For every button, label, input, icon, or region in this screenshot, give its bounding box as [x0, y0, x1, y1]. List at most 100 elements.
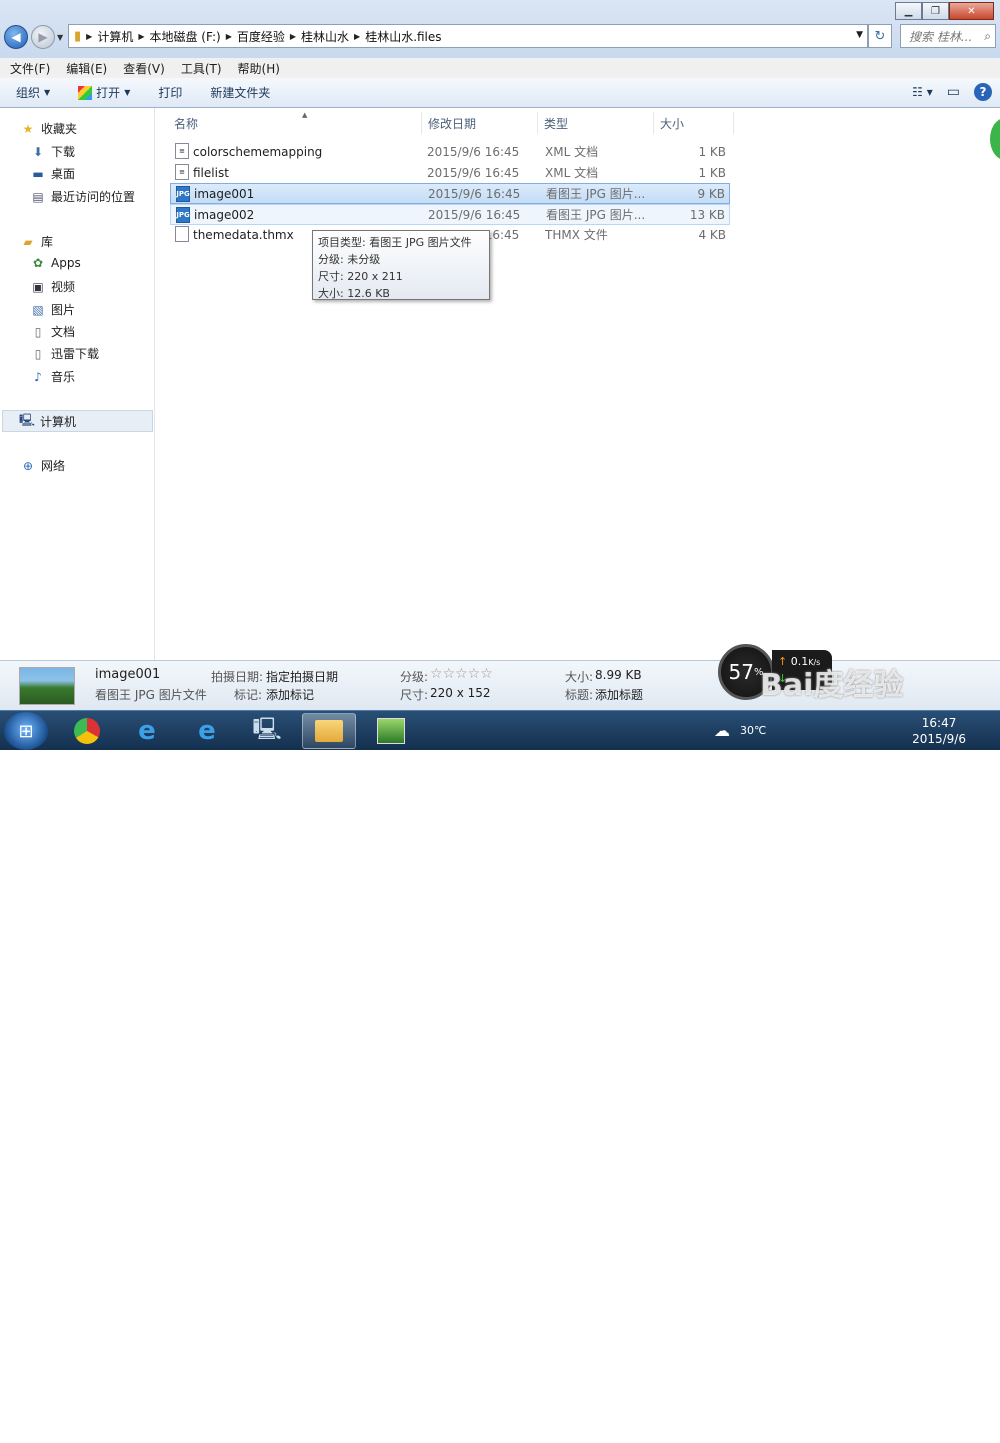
column-header-modified[interactable]: 修改日期	[422, 112, 538, 134]
file-size: 13 KB	[689, 207, 725, 222]
sort-ascending-icon: ▲	[302, 111, 308, 119]
tags-label: 标记:	[234, 688, 263, 702]
sidebar-item-recent[interactable]: ▤ 最近访问的位置	[30, 188, 135, 205]
menu-edit[interactable]: 编辑(E)	[58, 60, 115, 77]
jpg-file-icon: JPG	[176, 207, 190, 223]
windows-logo-icon: ⊞	[18, 720, 34, 742]
baidu-watermark: Bai度经验	[760, 668, 904, 703]
preview-pane-icon[interactable]: ▭	[947, 84, 960, 100]
library-icon: ▰	[23, 234, 33, 249]
sidebar-item-documents[interactable]: ▯ 文档	[30, 323, 75, 340]
column-header-type[interactable]: 类型	[538, 112, 654, 134]
close-button[interactable]: ✕	[949, 2, 994, 20]
column-label: 修改日期	[428, 116, 477, 131]
minimize-button[interactable]: ▁	[895, 2, 922, 20]
sidebar-item-music[interactable]: ♪ 音乐	[30, 368, 75, 385]
address-bar[interactable]: ▮ ▶ 计算机 ▶ 本地磁盘 (F:) ▶ 百度经验 ▶ 桂林山水 ▶ 桂林山水…	[68, 24, 868, 48]
menu-file[interactable]: 文件(F)	[2, 60, 58, 77]
back-button[interactable]: ◀	[4, 25, 28, 49]
title-bar: ▁ ❐ ✕ ◀ ▶ ▼ ▮ ▶ 计算机 ▶ 本地磁盘 (F:) ▶ 百度经验 ▶…	[0, 0, 1000, 58]
new-folder-label: 新建文件夹	[210, 86, 271, 100]
file-row[interactable]: ≡ filelist 2015/9/6 16:45 XML 文档 1 KB	[170, 162, 730, 183]
menu-view[interactable]: 查看(V)	[115, 60, 173, 77]
title-value[interactable]: 添加标题	[595, 686, 643, 703]
organize-button[interactable]: 组织 ▼	[0, 84, 60, 101]
sidebar-item-label: 收藏夹	[41, 122, 78, 136]
sidebar-item-desktop[interactable]: ▬ 桌面	[30, 165, 75, 182]
file-row-selected[interactable]: JPG image001 2015/9/6 16:45 看图王 JPG 图片..…	[170, 183, 730, 204]
search-input[interactable]: 搜索 桂林... ⌕	[900, 24, 996, 48]
column-label: 大小	[660, 116, 685, 131]
sidebar-item-downloads[interactable]: ⬇ 下载	[30, 143, 75, 160]
recent-pages-dropdown[interactable]: ▼	[57, 33, 63, 42]
file-date: 2015/9/6 16:45	[427, 144, 520, 159]
title-label: 标题:	[565, 688, 594, 702]
sidebar-item-label: Apps	[51, 256, 81, 270]
taskbar-remote[interactable]: 🖳	[240, 713, 294, 749]
new-folder-button[interactable]: 新建文件夹	[200, 84, 280, 101]
start-button[interactable]: ⊞	[4, 712, 48, 750]
help-icon[interactable]: ?	[974, 83, 992, 101]
date-taken-label: 拍摄日期:	[211, 670, 264, 684]
recent-places-icon: ▤	[32, 189, 44, 204]
weather-temp: 30℃	[740, 724, 767, 737]
menu-help[interactable]: 帮助(H)	[230, 60, 288, 77]
sidebar-item-label: 图片	[51, 303, 76, 317]
forward-button[interactable]: ▶	[31, 25, 55, 49]
breadcrumb-guilin-files[interactable]: 桂林山水.files	[360, 28, 446, 45]
file-row-hover[interactable]: JPG image002 2015/9/6 16:45 看图王 JPG 图片..…	[170, 204, 730, 225]
taskbar-chrome[interactable]	[60, 713, 114, 749]
open-with-icon	[78, 85, 93, 100]
details-filetype: 看图王 JPG 图片文件	[95, 688, 207, 702]
folder-icon	[315, 720, 343, 742]
arrow-right-icon: ▶	[38, 30, 48, 44]
sidebar-item-label: 下载	[51, 145, 76, 159]
taskbar-explorer[interactable]	[302, 713, 356, 749]
sidebar-item-label: 音乐	[51, 370, 76, 384]
sidebar-item-label: 最近访问的位置	[51, 190, 136, 204]
desktop-icon: ▬	[32, 166, 44, 181]
open-label: 打开	[96, 86, 121, 100]
breadcrumb-computer[interactable]: 计算机	[92, 28, 138, 45]
rating-stars[interactable]: ☆☆☆☆☆	[430, 666, 493, 682]
taskbar-image-viewer[interactable]	[364, 713, 418, 749]
taskbar-ie[interactable]: e	[120, 713, 174, 749]
maximize-button[interactable]: ❐	[922, 2, 949, 20]
sidebar-item-xunlei[interactable]: ▯ 迅雷下载	[30, 345, 99, 362]
breadcrumb-baidu-jingyan[interactable]: 百度经验	[232, 28, 290, 45]
sidebar-item-pictures[interactable]: ▧ 图片	[30, 301, 75, 318]
print-button[interactable]: 打印	[148, 84, 192, 101]
breadcrumb-drive-f[interactable]: 本地磁盘 (F:)	[144, 28, 225, 45]
menu-bar: 文件(F) 编辑(E) 查看(V) 工具(T) 帮助(H)	[0, 58, 1000, 78]
refresh-button[interactable]: ↻	[868, 24, 892, 48]
sidebar-item-computer[interactable]: 🖳 计算机	[2, 410, 153, 432]
column-header-size[interactable]: 大小	[654, 112, 734, 134]
sidebar-item-libraries[interactable]: ▰ 库	[20, 233, 53, 250]
sidebar-item-label: 文档	[51, 325, 76, 339]
taskbar: ⊞ e e 🖳 ☁ 30℃ 16:47 2015/9/6 jingyan.bai…	[0, 710, 1000, 1443]
file-date: 2015/9/6 16:45	[428, 207, 521, 222]
column-label: 名称	[174, 116, 199, 131]
date-taken-value[interactable]: 指定拍摄日期	[266, 668, 338, 685]
sidebar-item-favorites[interactable]: ★ 收藏夹	[20, 120, 77, 137]
sidebar-item-label: 桌面	[51, 167, 76, 181]
sidebar-item-videos[interactable]: ▣ 视频	[30, 278, 75, 295]
address-dropdown-icon[interactable]: ▼	[856, 30, 863, 40]
sidebar-item-network[interactable]: ⊕ 网络	[20, 457, 65, 474]
view-options-icon[interactable]: ☷ ▾	[912, 85, 933, 99]
taskbar-ie-2[interactable]: e	[180, 713, 234, 749]
ie-icon: e	[138, 716, 156, 746]
music-icon: ♪	[34, 369, 42, 384]
tags-value[interactable]: 添加标记	[266, 686, 314, 703]
menu-tools[interactable]: 工具(T)	[173, 60, 230, 77]
weather-cloud-icon[interactable]: ☁	[714, 721, 730, 740]
breadcrumb-guilin[interactable]: 桂林山水	[296, 28, 354, 45]
file-name: filelist	[193, 165, 229, 180]
clock[interactable]: 16:47 2015/9/6	[912, 715, 966, 747]
column-header-name[interactable]: 名称 ▲	[168, 111, 422, 134]
sidebar-item-label: 网络	[41, 459, 66, 473]
downloads-folder-icon: ⬇	[32, 144, 44, 159]
open-button[interactable]: 打开 ▼	[68, 84, 140, 101]
file-row[interactable]: ≡ colorschememapping 2015/9/6 16:45 XML …	[170, 141, 730, 162]
sidebar-item-apps[interactable]: ✿ Apps	[30, 256, 81, 270]
